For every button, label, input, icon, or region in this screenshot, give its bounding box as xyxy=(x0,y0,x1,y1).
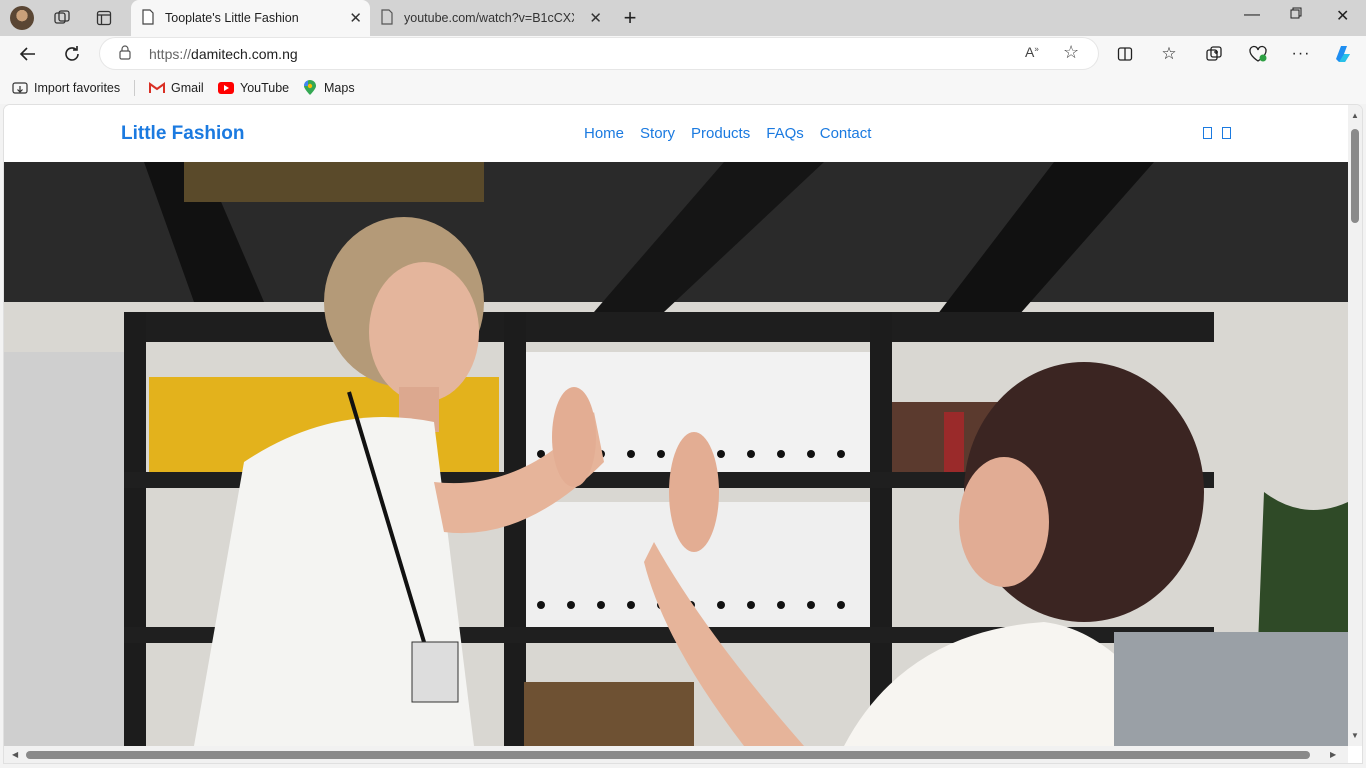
scroll-up-icon[interactable]: ▲ xyxy=(1351,111,1359,120)
site-brand[interactable]: Little Fashion xyxy=(121,123,245,145)
restore-icon[interactable] xyxy=(1290,6,1302,24)
lock-icon[interactable] xyxy=(119,45,131,65)
nav-icon-group xyxy=(1203,127,1231,139)
horizontal-scrollbar[interactable]: ◀ ▶ xyxy=(4,746,1348,763)
browser-essentials-icon[interactable] xyxy=(1246,43,1270,65)
collections-icon[interactable] xyxy=(1202,43,1226,65)
address-bar[interactable]: https://damitech.com.ng A» ☆ xyxy=(100,38,1098,69)
favorite-gmail[interactable]: Gmail xyxy=(149,80,204,96)
scroll-right-icon[interactable]: ▶ xyxy=(1330,750,1336,759)
tab-title: youtube.com/watch?v=B1cCXXF-I xyxy=(404,11,574,25)
favorite-youtube[interactable]: YouTube xyxy=(218,80,289,96)
minimize-icon[interactable]: — xyxy=(1244,6,1260,24)
favorites-divider xyxy=(134,80,135,96)
more-menu-icon[interactable]: ··· xyxy=(1289,43,1313,65)
page-viewport: Little Fashion Home Story Products FAQs … xyxy=(4,105,1362,763)
hero-image xyxy=(4,162,1348,746)
close-tab-icon[interactable]: ✕ xyxy=(589,9,602,27)
close-window-icon[interactable]: ✕ xyxy=(1336,6,1349,26)
browser-toolbar: https://damitech.com.ng A» ☆ ☆ ··· xyxy=(0,36,1366,72)
split-screen-icon[interactable] xyxy=(1113,43,1137,65)
vertical-scrollbar[interactable]: ▲ ▼ xyxy=(1348,105,1362,746)
tab-title: Tooplate's Little Fashion xyxy=(165,11,299,25)
page-icon xyxy=(380,8,394,28)
page-icon xyxy=(141,8,155,28)
maps-icon xyxy=(302,80,318,96)
favorite-maps[interactable]: Maps xyxy=(302,80,355,96)
nav-link-contact[interactable]: Contact xyxy=(820,125,872,142)
scroll-down-icon[interactable]: ▼ xyxy=(1351,731,1359,740)
tab-little-fashion[interactable]: Tooplate's Little Fashion ✕ xyxy=(131,0,370,36)
favorites-bar: Import favorites Gmail YouTube Maps xyxy=(0,72,1366,104)
close-tab-icon[interactable]: ✕ xyxy=(349,9,362,27)
horizontal-scroll-thumb[interactable] xyxy=(26,751,1310,759)
workspaces-icon[interactable] xyxy=(52,8,72,28)
gmail-icon xyxy=(149,80,165,96)
nav-link-faqs[interactable]: FAQs xyxy=(766,125,804,142)
scroll-left-icon[interactable]: ◀ xyxy=(12,750,18,759)
vertical-scroll-thumb[interactable] xyxy=(1351,129,1359,223)
read-aloud-icon[interactable]: A» xyxy=(1025,44,1039,60)
new-tab-icon[interactable]: + xyxy=(620,5,640,30)
nav-link-home[interactable]: Home xyxy=(584,125,624,142)
tab-strip: Tooplate's Little Fashion ✕ youtube.com/… xyxy=(0,0,1366,36)
favorites-icon[interactable]: ☆ xyxy=(1157,43,1181,65)
copilot-icon[interactable] xyxy=(1331,43,1355,65)
site-navbar: Little Fashion Home Story Products FAQs … xyxy=(4,105,1348,162)
favorite-import[interactable]: Import favorites xyxy=(12,80,120,96)
profile-avatar[interactable] xyxy=(10,6,34,30)
tab-youtube[interactable]: youtube.com/watch?v=B1cCXXF-I ✕ xyxy=(372,0,610,36)
nav-link-story[interactable]: Story xyxy=(640,125,675,142)
refresh-icon[interactable] xyxy=(60,43,84,65)
url-text[interactable]: https://damitech.com.ng xyxy=(149,46,298,62)
favorite-star-icon[interactable]: ☆ xyxy=(1063,42,1079,63)
nav-link-products[interactable]: Products xyxy=(691,125,750,142)
user-icon[interactable] xyxy=(1203,127,1212,139)
cart-icon[interactable] xyxy=(1222,127,1231,139)
youtube-icon xyxy=(218,80,234,96)
back-icon[interactable] xyxy=(16,43,40,65)
vertical-tabs-icon[interactable] xyxy=(94,8,114,28)
import-icon xyxy=(12,80,28,96)
site-nav-links: Home Story Products FAQs Contact xyxy=(584,125,871,142)
